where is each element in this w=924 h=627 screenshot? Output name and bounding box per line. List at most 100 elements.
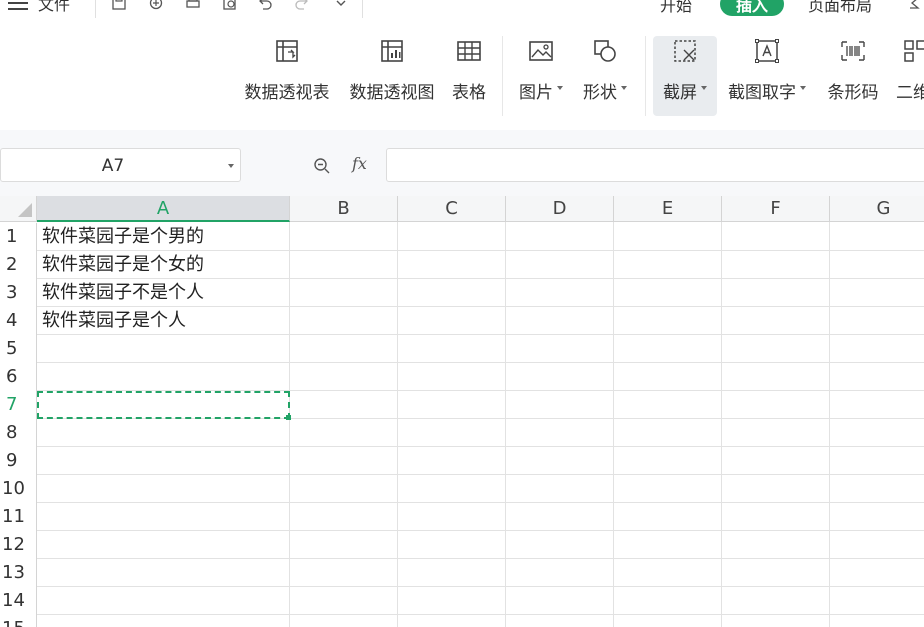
row-header-7[interactable]: 7 [0, 391, 37, 419]
row-header-5[interactable]: 5 [0, 335, 37, 363]
cell-a2[interactable]: 软件菜园子是个女的 [42, 251, 204, 279]
row-header-4[interactable]: 4 [0, 307, 37, 335]
column-header-g[interactable]: G [830, 196, 924, 222]
column-header-f[interactable]: F [722, 196, 830, 222]
gridline [37, 502, 924, 503]
formula-bar: A7 fx [0, 130, 924, 196]
row-header-15[interactable]: 15 [0, 615, 37, 627]
print-button[interactable] [182, 0, 204, 14]
row-header-9[interactable]: 9 [0, 447, 37, 475]
row-header-12[interactable]: 12 [0, 531, 37, 559]
gridline [37, 474, 924, 475]
row-header-3[interactable]: 3 [0, 279, 37, 307]
pivot-table-icon [272, 36, 302, 66]
barcode-button[interactable]: 条形码 [825, 36, 881, 116]
qrcode-button[interactable]: 二维 [894, 36, 924, 116]
name-box-value: A7 [101, 156, 125, 176]
gridline [613, 222, 614, 627]
table-button[interactable]: 表格 [449, 36, 489, 116]
spreadsheet-grid[interactable]: A B C D E F G 1 2 3 4 5 6 7 8 9 10 11 12… [0, 196, 924, 627]
row-header-6[interactable]: 6 [0, 363, 37, 391]
cell-a3[interactable]: 软件菜园子不是个人 [42, 279, 204, 307]
qrcode-label: 二维 [896, 83, 924, 103]
ocr-button[interactable]: 截图取字 [725, 36, 809, 116]
column-header-a[interactable]: A [37, 196, 290, 222]
barcode-label: 条形码 [827, 83, 879, 103]
column-header-c[interactable]: C [398, 196, 506, 222]
ocr-label: 截图取字 [728, 83, 796, 103]
tab-page-layout[interactable]: 页面布局 [808, 0, 872, 16]
column-header-d[interactable]: D [506, 196, 614, 222]
row-header-8[interactable]: 8 [0, 419, 37, 447]
top-bar: 文件 开始 插入 页面布局 [0, 0, 924, 22]
row-header-10[interactable]: 10 [0, 475, 37, 503]
picture-icon [526, 36, 556, 66]
hamburger-icon [8, 0, 28, 10]
column-header-e[interactable]: E [614, 196, 722, 222]
save-button[interactable] [108, 0, 130, 14]
redo-button[interactable] [291, 0, 313, 14]
pivot-chart-button[interactable]: 数据透视图 [346, 36, 438, 116]
gridline [37, 586, 924, 587]
toolbar-divider [362, 0, 363, 18]
row-header-1[interactable]: 1 [0, 223, 37, 251]
pivot-table-button[interactable]: 数据透视表 [241, 36, 333, 116]
fill-handle[interactable] [286, 415, 291, 420]
undo-icon [259, 0, 272, 10]
quick-access-more-button[interactable] [330, 0, 352, 14]
table-icon [454, 36, 484, 66]
select-all-icon [18, 203, 32, 217]
ribbon-insert: 数据透视表 数据透视图 表格 图片 形状 截屏 截图取字 条形码 二维 [0, 22, 924, 131]
row-header-2[interactable]: 2 [0, 251, 37, 279]
dropdown-caret-icon [557, 85, 563, 90]
print-icon [186, 0, 200, 8]
cell-a1[interactable]: 软件菜园子是个男的 [42, 223, 204, 251]
dropdown-caret-icon [621, 85, 627, 90]
print-preview-icon [223, 0, 236, 10]
formula-tab-icon [910, 0, 920, 9]
cell-a4[interactable]: 软件菜园子是个人 [42, 307, 186, 335]
formula-input[interactable] [386, 148, 924, 182]
pivot-table-label: 数据透视表 [244, 83, 330, 103]
selected-cell-a7[interactable] [37, 391, 290, 419]
ribbon-divider [502, 36, 503, 116]
picture-button[interactable]: 图片 [515, 36, 567, 116]
select-all-button[interactable] [0, 196, 37, 222]
screenshot-button[interactable]: 截屏 [653, 36, 717, 116]
print-preview-button[interactable] [219, 0, 241, 14]
shapes-button[interactable]: 形状 [579, 36, 631, 116]
gridline [721, 222, 722, 627]
toolbar-divider [95, 0, 96, 18]
name-box[interactable]: A7 [0, 148, 241, 182]
more-tabs-icon[interactable] [903, 0, 924, 14]
gridline [505, 222, 506, 627]
ocr-icon [752, 36, 782, 66]
zoom-icon[interactable] [312, 156, 332, 176]
save-icon [112, 0, 126, 10]
undo-button[interactable] [254, 0, 276, 14]
tab-home[interactable]: 开始 [660, 0, 692, 16]
screenshot-label: 截屏 [663, 83, 697, 103]
qrcode-icon [900, 36, 924, 66]
export-icon [149, 0, 163, 10]
file-menu-button[interactable]: 文件 [8, 0, 70, 14]
table-label: 表格 [452, 83, 486, 103]
chevron-down-icon[interactable] [228, 164, 234, 168]
shapes-icon [590, 36, 620, 66]
dropdown-caret-icon [800, 85, 806, 90]
pivot-chart-icon [377, 36, 407, 66]
row-header-13[interactable]: 13 [0, 559, 37, 587]
screenshot-icon [670, 36, 700, 66]
row-header-11[interactable]: 11 [0, 503, 37, 531]
gridline [37, 446, 924, 447]
shapes-label: 形状 [583, 83, 617, 103]
column-header-b[interactable]: B [290, 196, 398, 222]
row-header-14[interactable]: 14 [0, 587, 37, 615]
gridline [37, 558, 924, 559]
tab-insert[interactable]: 插入 [720, 0, 785, 16]
export-button[interactable] [145, 0, 167, 14]
picture-label: 图片 [519, 83, 553, 103]
pivot-chart-label: 数据透视图 [349, 83, 435, 103]
insert-function-button[interactable]: fx [352, 154, 367, 173]
chevron-down-icon [336, 0, 346, 6]
